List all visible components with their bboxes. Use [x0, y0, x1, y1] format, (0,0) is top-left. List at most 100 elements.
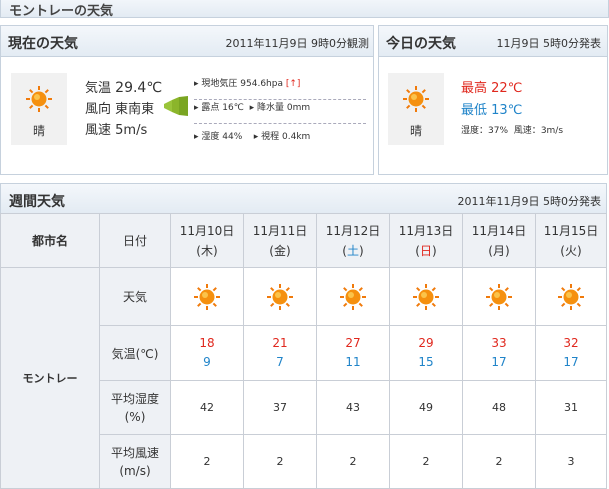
weather-cell	[316, 267, 390, 326]
sun-icon	[403, 86, 429, 112]
weather-cell	[462, 267, 536, 326]
humidity-cell: 42	[170, 380, 244, 435]
weather-cell	[535, 267, 607, 326]
page-title-bar: モントレーの天気	[0, 0, 609, 19]
weekday-char: 日	[419, 243, 432, 258]
current-detail-table: ▸ 現地気圧 954.6hpa [↑] ▸ 露点 16℃ ▸ 降水量 0mm ▸…	[194, 79, 366, 152]
sun-icon	[194, 283, 220, 310]
temp-cell: 21 7	[243, 325, 317, 381]
weather-cell	[389, 267, 463, 326]
wind-cell: 2	[462, 434, 536, 489]
date-cell: 11月13日 (日)	[389, 213, 463, 268]
today-values: 最高 22℃ 最低 13℃ 湿度：37% 風速：3m/s	[461, 81, 564, 136]
sun-icon	[267, 283, 293, 310]
date-label: 11月14日	[471, 223, 527, 238]
row-humidity-label: 平均湿度 (%)	[99, 380, 171, 435]
wind-speed-label: 風速	[85, 123, 112, 138]
wind-direction-icon	[164, 96, 188, 116]
row-temp-label: 気温(℃)	[99, 325, 171, 381]
dew-value: 16℃	[222, 103, 244, 113]
current-weather-label: 晴	[32, 124, 45, 138]
row-wind-label: 平均風速 (m/s)	[99, 434, 171, 489]
humidity-cell: 43	[316, 380, 390, 435]
wind-dir-label: 風向	[85, 102, 112, 117]
temp-cell: 33 17	[462, 325, 536, 381]
pressure-trend: [↑]	[285, 79, 301, 89]
pressure-label: 現地気圧	[201, 79, 238, 89]
row-humidity-label-2: (%)	[124, 409, 146, 424]
temp-cell: 29 15	[389, 325, 463, 381]
high-temp: 32	[563, 336, 579, 350]
weather-cell	[170, 267, 244, 326]
dew-label: 露点	[201, 103, 220, 113]
high-temp: 21	[272, 336, 288, 350]
wind-speed-value: 5m/s	[115, 123, 148, 138]
row-humidity-label-1: 平均湿度	[110, 391, 159, 406]
wind-cell: 2	[170, 434, 244, 489]
weekly-issued-time: 2011年11月9日 5時0分発表	[457, 195, 601, 208]
precip-label: 降水量	[256, 103, 284, 113]
sun-icon	[413, 283, 439, 310]
weather-cell	[243, 267, 317, 326]
weekday-label: (金)	[269, 243, 291, 258]
today-weather-icon-box: 晴	[388, 73, 444, 145]
weekday-label: (月)	[488, 243, 510, 258]
weekly-weather-header: 週間天気 2011年11月9日 5時0分発表	[0, 183, 607, 214]
today-humidity-label: 湿度	[461, 126, 480, 136]
weekday-char: 月	[492, 243, 505, 258]
today-weather-label: 晴	[409, 124, 422, 138]
weekly-weather-title: 週間天気	[9, 194, 65, 210]
today-issued-time: 11月9日 5時0分発表	[496, 37, 602, 50]
temp-label: 気温	[85, 81, 112, 96]
page-title: モントレーの天気	[9, 4, 114, 19]
wind-cell: 3	[535, 434, 607, 489]
current-main-values: 気温 29.4℃ 風向 東南東 風速 5m/s	[85, 78, 162, 141]
temp-cell: 32 17	[535, 325, 607, 381]
row-weather-label: 天気	[99, 267, 171, 326]
date-cell: 11月11日 (金)	[243, 213, 317, 268]
pressure-value: 954.6hpa	[240, 79, 283, 89]
high-label: 最高	[461, 81, 488, 96]
wind-cell: 2	[389, 434, 463, 489]
low-temp: 17	[491, 355, 507, 369]
row-wind-label-2: (m/s)	[119, 463, 151, 478]
high-temp: 18	[199, 336, 215, 350]
city-name: モントレー	[0, 267, 100, 489]
humidity-cell: 48	[462, 380, 536, 435]
current-weather-title: 現在の天気	[8, 36, 78, 52]
today-weather-panel: 今日の天気 11月9日 5時0分発表 晴 最高 22℃ 最低 13℃ 湿度：37…	[378, 25, 608, 175]
current-weather-icon-box: 晴	[11, 73, 67, 145]
wind-cell: 2	[316, 434, 390, 489]
today-humidity-value: 37%	[488, 126, 509, 136]
date-cell: 11月14日 (月)	[462, 213, 536, 268]
humidity-cell: 37	[243, 380, 317, 435]
today-wind-value: 3m/s	[540, 126, 564, 136]
high-temp: 29	[418, 336, 434, 350]
wind-cell: 2	[243, 434, 317, 489]
low-value: 13℃	[491, 103, 523, 118]
current-weather-panel: 現在の天気 2011年11月9日 9時0分観測 晴 気温 29.4℃ 風向 東南…	[0, 25, 374, 175]
date-label: 11月10日	[179, 223, 235, 238]
date-label: 11月11日	[252, 223, 308, 238]
date-label: 11月15日	[543, 223, 599, 238]
date-label: 11月12日	[325, 223, 381, 238]
today-weather-header: 今日の天気 11月9日 5時0分発表	[378, 25, 608, 57]
date-cell: 11月12日 (土)	[316, 213, 390, 268]
current-observed-time: 2011年11月9日 9時0分観測	[225, 37, 369, 50]
humidity-cell: 49	[389, 380, 463, 435]
weekday-label: (火)	[560, 243, 582, 258]
low-temp: 15	[418, 355, 434, 369]
precip-value: 0mm	[286, 103, 311, 113]
weekday-label: (木)	[196, 243, 218, 258]
row-wind-label-1: 平均風速	[110, 445, 159, 460]
sun-icon	[486, 283, 512, 310]
date-label: 11月13日	[398, 223, 454, 238]
wind-dir-value: 東南東	[115, 102, 155, 117]
high-temp: 27	[345, 336, 361, 350]
humidity-value: 44%	[222, 132, 243, 142]
low-temp: 7	[276, 355, 284, 369]
weekday-char: 土	[346, 243, 359, 258]
weekday-char: 火	[564, 243, 577, 258]
today-weather-title: 今日の天気	[386, 36, 456, 52]
low-temp: 11	[345, 355, 361, 369]
